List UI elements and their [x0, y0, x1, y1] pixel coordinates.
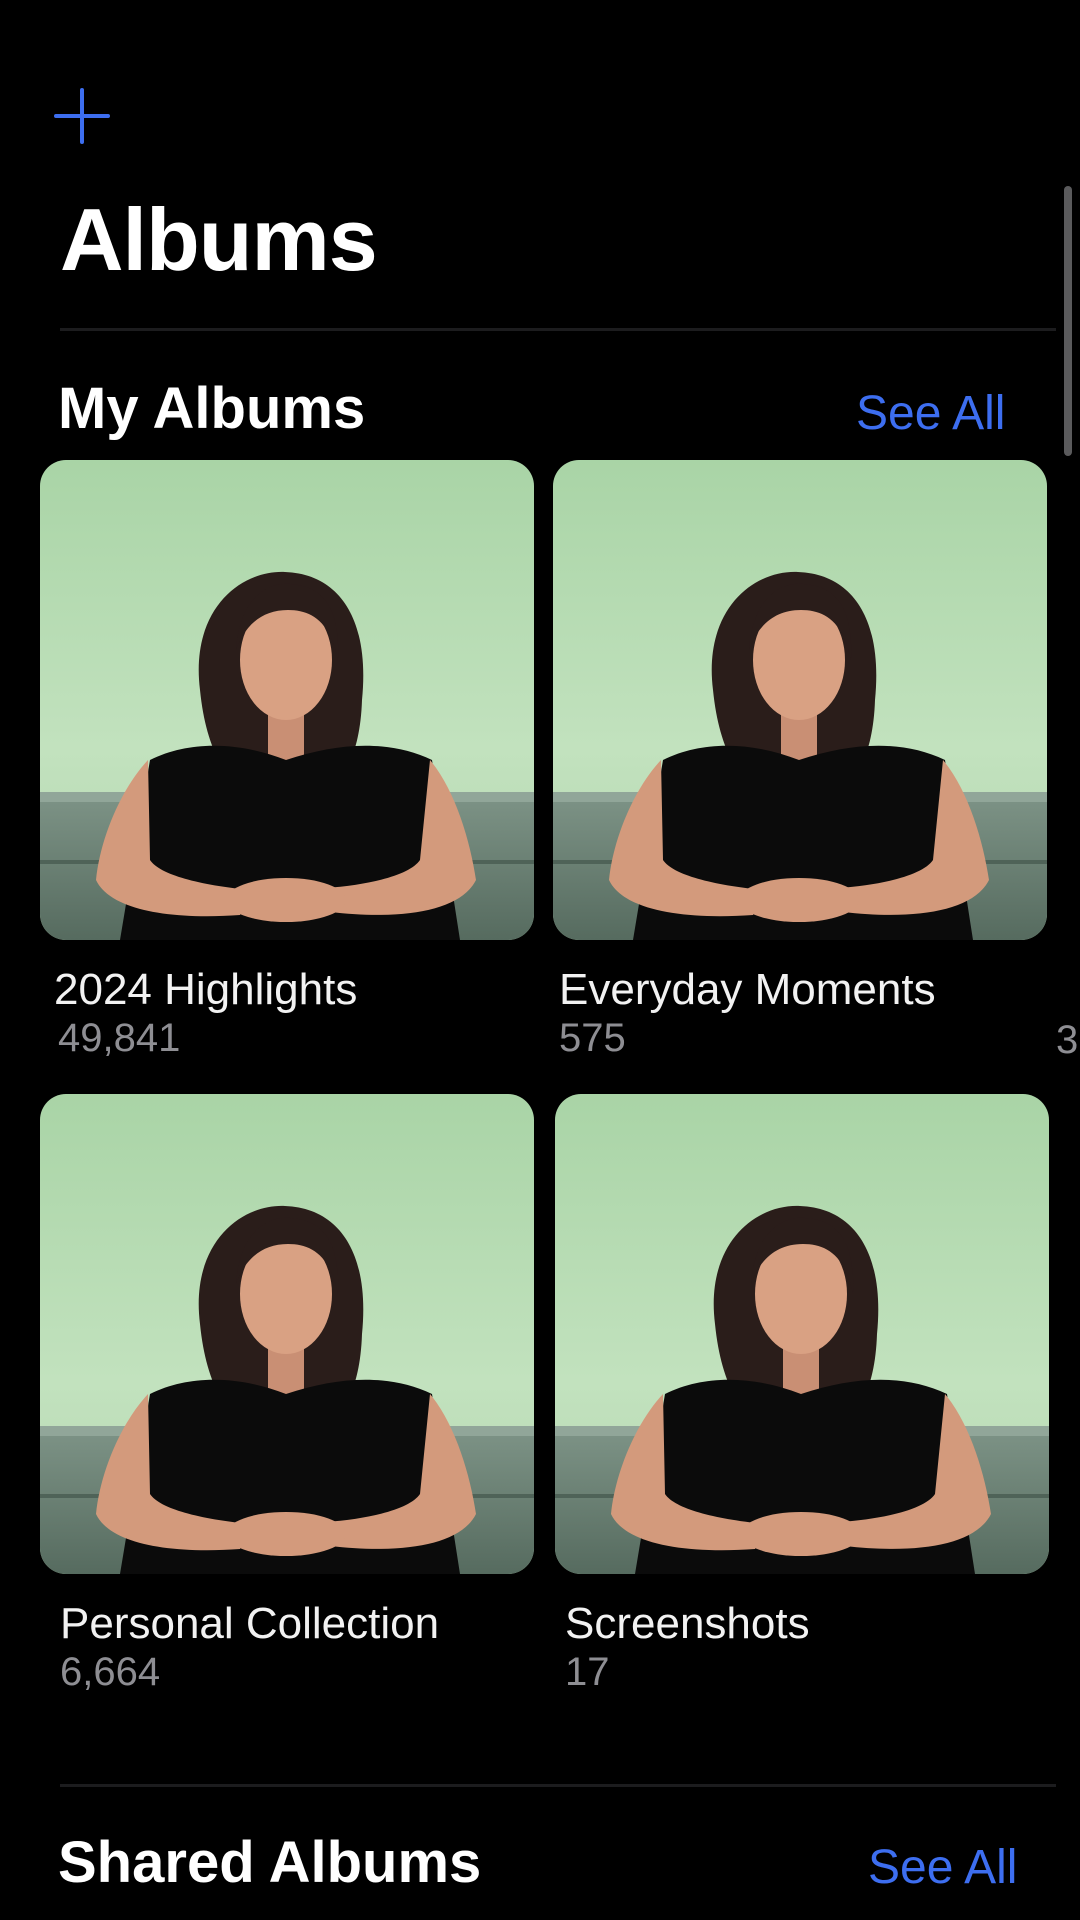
album-cover-image — [553, 460, 1047, 940]
album-cover-image — [40, 460, 534, 940]
shared-albums-see-all-button[interactable]: See All — [868, 1844, 1017, 1892]
album-name: Personal Collection — [60, 1599, 440, 1648]
album-cover-image — [555, 1094, 1049, 1574]
album-tile[interactable]: 2024 Highlights 49,841 — [40, 460, 534, 1058]
album-name: 2024 Highlights — [54, 965, 358, 1014]
album-name: Everyday Moments — [559, 965, 936, 1014]
section-divider — [60, 1784, 1056, 1787]
album-count: 6,664 — [60, 1650, 161, 1694]
album-count: 575 — [559, 1016, 626, 1060]
title-divider — [60, 328, 1056, 331]
next-album-count-peek: 3 — [1056, 1018, 1079, 1062]
page-title: Albums — [60, 190, 378, 289]
album-cover-image — [40, 1094, 534, 1574]
album-tile[interactable]: Screenshots 17 — [555, 1094, 1049, 1692]
my-albums-heading: My Albums — [58, 376, 366, 441]
add-album-button[interactable] — [52, 86, 112, 146]
album-count: 49,841 — [58, 1016, 181, 1060]
my-albums-see-all-button[interactable]: See All — [856, 390, 1005, 438]
scroll-indicator[interactable] — [1064, 186, 1072, 456]
album-count: 17 — [565, 1650, 610, 1694]
plus-icon — [54, 88, 110, 144]
albums-screen: Albums My Albums See All 2024 Highlights… — [0, 0, 1080, 1920]
album-name: Screenshots — [565, 1599, 810, 1648]
album-tile[interactable]: Personal Collection 6,664 — [40, 1094, 534, 1692]
shared-albums-heading: Shared Albums — [58, 1830, 482, 1895]
album-tile[interactable]: Everyday Moments 575 — [553, 460, 1047, 1058]
